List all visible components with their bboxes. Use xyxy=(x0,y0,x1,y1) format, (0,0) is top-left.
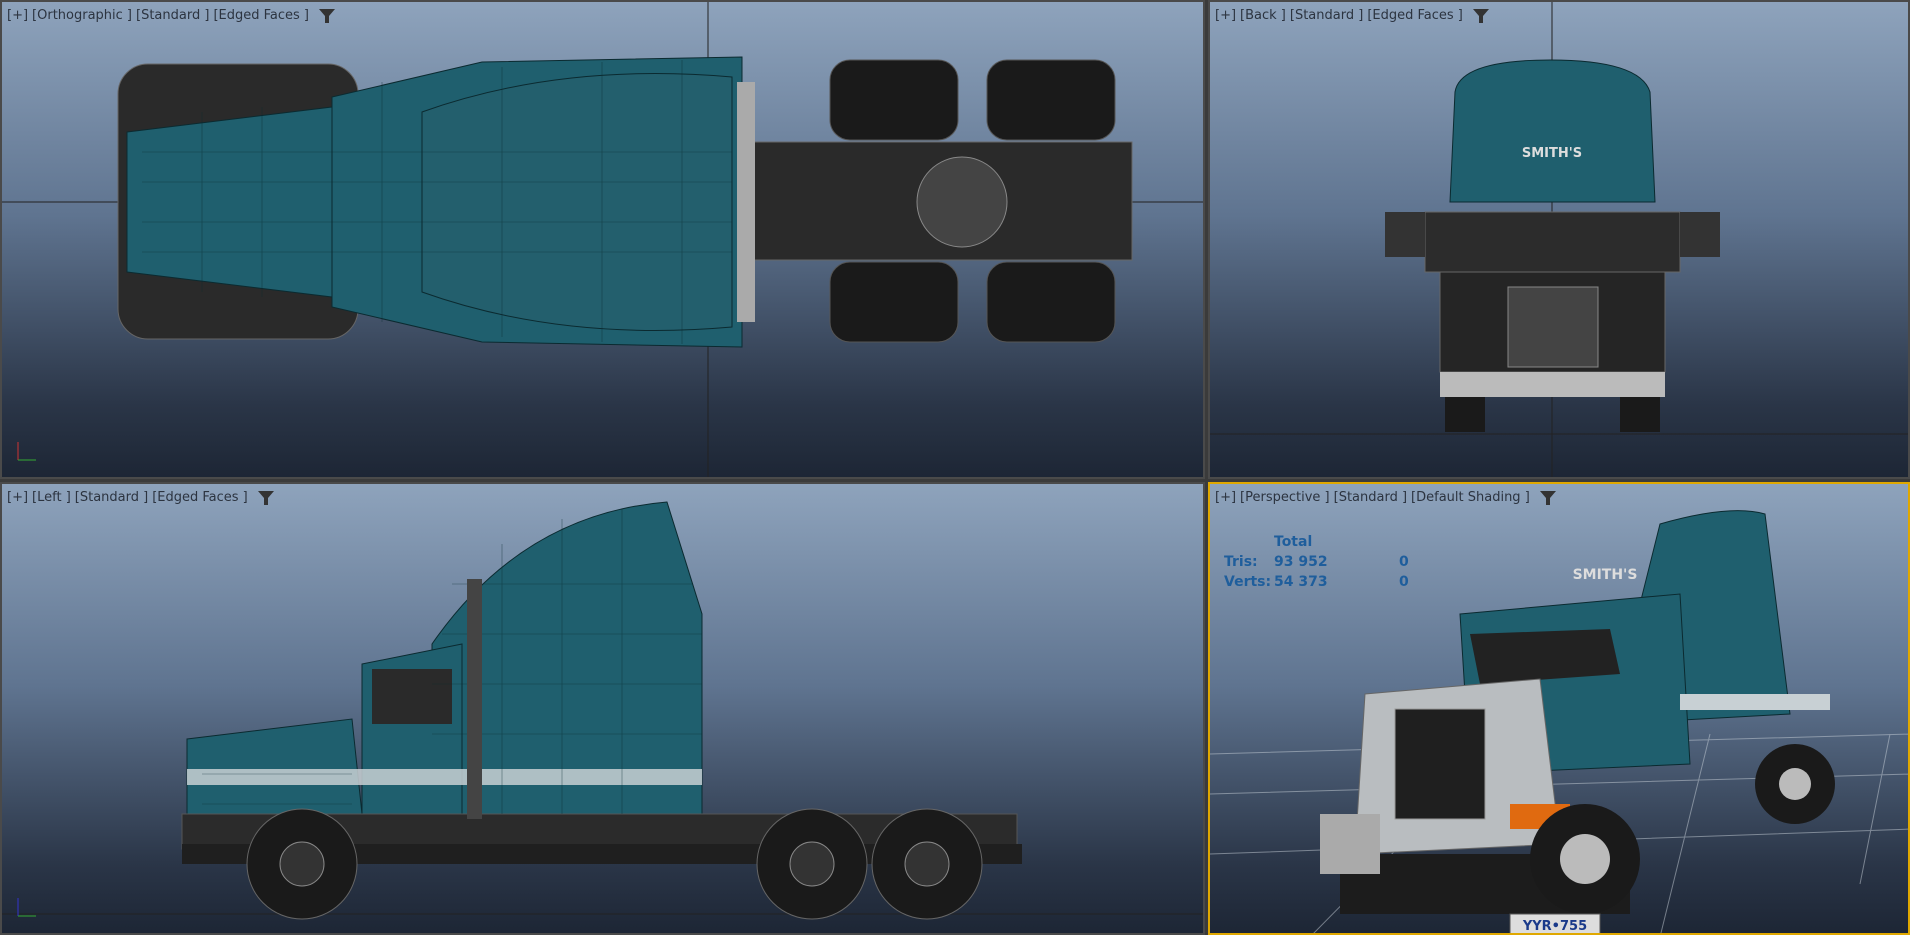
viewport-menu-plus[interactable]: [+] xyxy=(1215,8,1236,23)
stats-label: Tris: xyxy=(1224,554,1258,570)
axis-gizmo xyxy=(10,436,40,469)
stats-header: Total xyxy=(1274,534,1313,550)
logo-decal: SMITH'S xyxy=(1573,567,1638,583)
logo-decal: SMITH'S xyxy=(1522,146,1582,161)
stats-selected: 0 xyxy=(1399,574,1409,590)
filter-icon[interactable] xyxy=(1539,490,1556,505)
viewport-mode-menu[interactable]: [Standard ] xyxy=(1334,490,1407,505)
viewport-mode-menu[interactable]: [Standard ] xyxy=(136,8,209,23)
viewport-shading-menu[interactable]: [Edged Faces ] xyxy=(213,8,309,23)
stats-label: Verts: xyxy=(1224,574,1272,590)
stats-total: 54 373 xyxy=(1274,574,1328,590)
filter-icon[interactable] xyxy=(1472,8,1489,23)
viewport-label: [+] [Perspective ] [Standard ] [Default … xyxy=(1215,490,1556,505)
truck-side-view xyxy=(2,501,1203,920)
viewport-menu-plus[interactable]: [+] xyxy=(7,490,28,505)
stats-total: 93 952 xyxy=(1274,554,1328,570)
stats-selected: 0 xyxy=(1399,554,1409,570)
viewport-top-orthographic[interactable]: [+] [Orthographic ] [Standard ] [Edged F… xyxy=(0,0,1205,479)
viewport-label: [+] [Left ] [Standard ] [Edged Faces ] xyxy=(7,490,274,505)
viewport-menu-plus[interactable]: [+] xyxy=(7,8,28,23)
filter-icon[interactable] xyxy=(318,8,335,23)
viewport-view-menu[interactable]: [Back ] xyxy=(1240,8,1286,23)
viewport-label: [+] [Orthographic ] [Standard ] [Edged F… xyxy=(7,8,335,23)
viewport-mode-menu[interactable]: [Standard ] xyxy=(75,490,148,505)
viewport-label: [+] [Back ] [Standard ] [Edged Faces ] xyxy=(1215,8,1489,23)
viewport-view-menu[interactable]: [Left ] xyxy=(32,490,71,505)
viewport-view-menu[interactable]: [Orthographic ] xyxy=(32,8,132,23)
truck-top-view xyxy=(2,2,1203,477)
viewport-shading-menu[interactable]: [Default Shading ] xyxy=(1411,490,1530,505)
filter-icon[interactable] xyxy=(257,490,274,505)
viewport-mode-menu[interactable]: [Standard ] xyxy=(1290,8,1363,23)
viewport-menu-plus[interactable]: [+] xyxy=(1215,490,1236,505)
viewport-perspective[interactable]: [+] [Perspective ] [Standard ] [Default … xyxy=(1208,482,1910,935)
viewport-left[interactable]: [+] [Left ] [Standard ] [Edged Faces ] xyxy=(0,482,1205,935)
viewport-shading-menu[interactable]: [Edged Faces ] xyxy=(1367,8,1463,23)
axis-gizmo xyxy=(10,892,40,925)
viewport-back[interactable]: [+] [Back ] [Standard ] [Edged Faces ] S… xyxy=(1208,0,1910,479)
viewport-shading-menu[interactable]: [Edged Faces ] xyxy=(152,490,248,505)
truck-back-view: SMITH'S xyxy=(1210,2,1908,477)
statistics-overlay: Total Tris: 93 952 0 Verts: 54 373 0 xyxy=(1224,534,1409,594)
viewport-view-menu[interactable]: [Perspective ] xyxy=(1240,490,1330,505)
license-plate: YYR•755 xyxy=(1522,919,1587,934)
